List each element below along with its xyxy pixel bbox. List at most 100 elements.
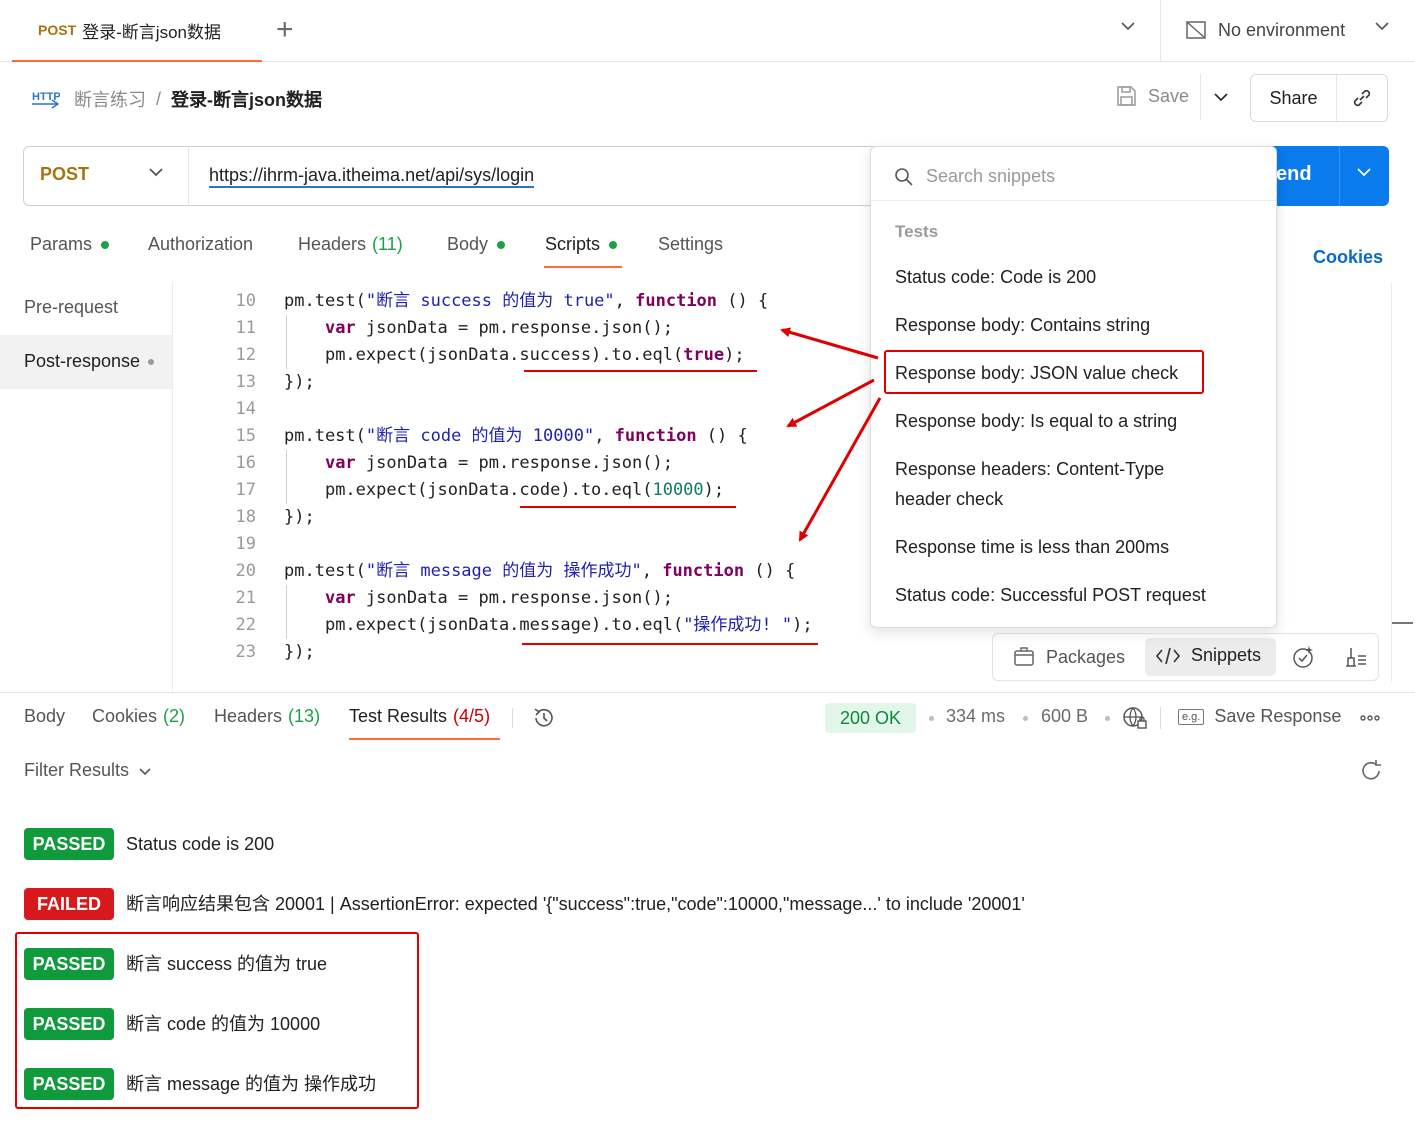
body-indicator-dot xyxy=(497,240,506,249)
tab-scripts-label: Scripts xyxy=(545,234,601,254)
filter-chevron-down-icon xyxy=(139,767,151,775)
line-number: 10 xyxy=(235,291,256,311)
scripts-tab-underline xyxy=(544,266,622,268)
tabs-chevron-down-icon[interactable] xyxy=(1120,18,1136,39)
cookies-link[interactable]: Cookies xyxy=(1313,247,1383,268)
line-number: 21 xyxy=(235,588,256,608)
snippet-search-placeholder: Search snippets xyxy=(926,166,1056,186)
status-badge[interactable]: 200 OK xyxy=(825,703,916,733)
svg-text:HTTP: HTTP xyxy=(32,91,60,103)
save-options-chevron-icon[interactable] xyxy=(1200,74,1240,120)
tab-method: POST xyxy=(38,22,77,38)
packages-button[interactable]: Packages xyxy=(1012,645,1125,669)
response-size[interactable]: 600 B xyxy=(1041,706,1088,727)
tab-headers-label: Headers xyxy=(298,234,367,254)
line-number: 12 xyxy=(235,345,256,365)
environment-chevron-down-icon[interactable] xyxy=(1374,18,1390,39)
result-status-badge: FAILED xyxy=(24,888,114,920)
line-number: 19 xyxy=(235,534,256,554)
tab-params[interactable]: Params xyxy=(30,234,110,255)
resp-tab-cookies[interactable]: Cookies (2) xyxy=(92,706,185,727)
code-line[interactable]: pm.expect(jsonData.success).to.eql(true)… xyxy=(284,342,745,369)
code-line[interactable]: pm.expect(jsonData.message).to.eql("操作成功… xyxy=(284,612,813,639)
url-input[interactable]: https://ihrm-java.itheima.net/api/sys/lo… xyxy=(209,164,535,188)
line-number: 23 xyxy=(235,642,256,662)
result-text: Status code is 200 xyxy=(126,834,275,854)
history-icon[interactable] xyxy=(531,705,557,736)
snippet-search-input[interactable]: Search snippets xyxy=(894,166,1055,187)
save-icon xyxy=(1117,86,1136,106)
code-line[interactable]: }); xyxy=(284,369,315,396)
code-line[interactable]: var jsonData = pm.response.json(); xyxy=(284,315,673,342)
request-tab[interactable]: POST 登录-断言json数据 xyxy=(12,0,262,62)
filter-results-dropdown[interactable]: Filter Results xyxy=(24,760,153,781)
send-label: end xyxy=(1276,163,1312,185)
save-label: Save xyxy=(1148,85,1190,106)
line-number: 20 xyxy=(235,561,256,581)
snippets-label: Snippets xyxy=(1191,645,1262,665)
tab-settings-label: Settings xyxy=(658,234,724,254)
ai-assist-icon[interactable] xyxy=(1290,644,1316,675)
share-button[interactable]: Share xyxy=(1251,75,1337,121)
method-chevron-down-icon[interactable] xyxy=(148,164,164,185)
save-response-button[interactable]: e.g. Save Response xyxy=(1178,706,1341,727)
send-options-chevron-icon[interactable] xyxy=(1356,164,1372,185)
tab-params-label: Params xyxy=(30,234,93,254)
code-line[interactable]: pm.expect(jsonData.code).to.eql(10000); xyxy=(284,477,724,504)
annotation-underline xyxy=(524,370,757,372)
resp-tab-body[interactable]: Body xyxy=(24,706,65,727)
response-time[interactable]: 334 ms xyxy=(946,706,1005,727)
snippet-item[interactable]: Response body: Contains string xyxy=(895,310,1255,340)
resp-tab-separator xyxy=(512,708,513,728)
pre-request-tab[interactable]: Pre-request xyxy=(24,297,118,318)
resp-tab-headers[interactable]: Headers (13) xyxy=(214,706,320,727)
new-tab-plus-icon[interactable]: + xyxy=(276,15,294,45)
tab-headers[interactable]: Headers (11) xyxy=(298,234,403,255)
more-options-icon[interactable] xyxy=(1358,706,1382,736)
breadcrumb-collection[interactable]: 断言练习 xyxy=(74,86,146,112)
snippet-item[interactable]: Status code: Successful POST request xyxy=(895,580,1255,610)
method-divider xyxy=(188,146,189,206)
copy-link-icon[interactable] xyxy=(1337,75,1387,121)
code-line[interactable]: }); xyxy=(284,504,315,531)
resp-tab-test-results-label: Test Results xyxy=(349,706,448,726)
code-line[interactable]: pm.test("断言 code 的值为 10000", function ()… xyxy=(284,423,748,450)
code-line[interactable]: var jsonData = pm.response.json(); xyxy=(284,585,673,612)
code-line[interactable]: }); xyxy=(284,639,315,666)
tab-body-label: Body xyxy=(447,234,489,254)
environment-selector[interactable]: No environment xyxy=(1184,18,1345,42)
code-line[interactable]: var jsonData = pm.response.json(); xyxy=(284,450,673,477)
post-response-tab[interactable]: Post-response xyxy=(24,351,155,372)
post-response-dot xyxy=(148,358,155,365)
snippet-item[interactable]: Response headers: Content-Type header ch… xyxy=(895,454,1215,514)
refresh-icon[interactable] xyxy=(1358,758,1384,789)
tab-scripts[interactable]: Scripts xyxy=(545,234,618,255)
snippet-section-heading: Tests xyxy=(895,222,939,241)
breadcrumb-request-name[interactable]: 登录-断言json数据 xyxy=(171,86,322,112)
snippet-item[interactable]: Response body: Is equal to a string xyxy=(895,406,1255,436)
tab-authorization[interactable]: Authorization xyxy=(148,234,253,255)
code-line[interactable]: pm.test("断言 success 的值为 true", function … xyxy=(284,288,768,315)
line-number: 17 xyxy=(235,480,256,500)
test-results-underline xyxy=(349,738,500,740)
share-group: Share xyxy=(1250,74,1388,122)
meta-dot xyxy=(1105,716,1110,721)
method-select[interactable]: POST xyxy=(40,164,89,185)
tab-settings[interactable]: Settings xyxy=(658,234,723,255)
code-line[interactable]: pm.test("断言 message 的值为 操作成功", function … xyxy=(284,558,795,585)
post-response-label: Post-response xyxy=(24,351,141,371)
resp-tab-test-results[interactable]: Test Results (4/5) xyxy=(349,706,490,727)
tab-title: 登录-断言json数据 xyxy=(82,22,221,42)
save-response-label: Save Response xyxy=(1214,706,1342,726)
annotation-highlight-box xyxy=(884,350,1204,394)
clear-format-icon[interactable] xyxy=(1342,644,1368,675)
network-globe-icon[interactable] xyxy=(1122,705,1148,736)
snippets-button[interactable]: Snippets xyxy=(1155,645,1261,666)
snippet-item[interactable]: Response time is less than 200ms xyxy=(895,532,1255,562)
line-number: 14 xyxy=(235,399,256,419)
snippet-item[interactable]: Status code: Code is 200 xyxy=(895,262,1255,292)
test-results-count: (4/5) xyxy=(453,706,491,726)
save-button[interactable]: Save xyxy=(1114,84,1189,108)
environment-label: No environment xyxy=(1218,19,1346,40)
tab-body[interactable]: Body xyxy=(447,234,506,255)
